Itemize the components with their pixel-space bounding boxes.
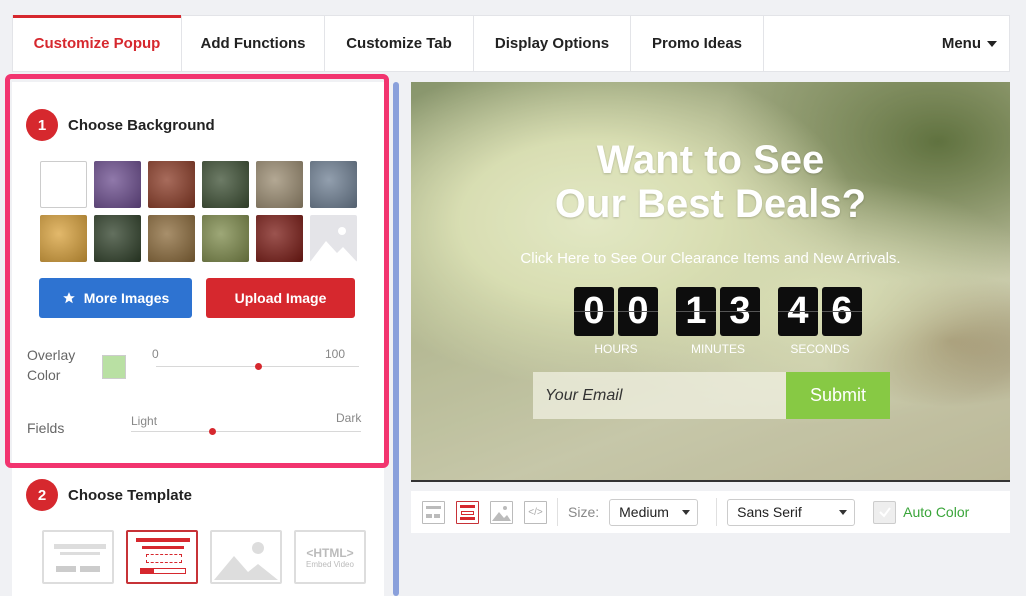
popup-preview: Want to See Our Best Deals? Click Here t… xyxy=(411,82,1010,482)
email-field[interactable]: Your Email xyxy=(533,372,786,419)
menu-label: Menu xyxy=(941,35,981,52)
tab-add-functions[interactable]: Add Functions xyxy=(182,16,325,71)
countdown-unit-label: HOURS xyxy=(594,342,638,356)
toolbar-divider xyxy=(557,498,558,526)
fields-light-label: Light xyxy=(131,414,158,428)
background-thumbnail-sunset-yoga[interactable] xyxy=(40,215,87,262)
tab-display-options[interactable]: Display Options xyxy=(474,16,631,71)
popup-subtitle: Click Here to See Our Clearance Items an… xyxy=(520,250,901,267)
scrollbar[interactable] xyxy=(393,82,399,596)
background-thumbnail-family-autumn[interactable] xyxy=(148,215,195,262)
countdown-minutes: 1 3 MINUTES xyxy=(676,287,760,356)
background-thumbnail-deer[interactable] xyxy=(202,215,249,262)
size-select-value: Medium xyxy=(619,504,669,520)
countdown-digit: 1 xyxy=(676,287,716,336)
countdown-digit: 3 xyxy=(720,287,760,336)
countdown-digit: 0 xyxy=(618,287,658,336)
layout-basic-icon[interactable] xyxy=(422,500,445,524)
chevron-down-icon xyxy=(987,40,997,47)
background-thumbnail-red-light[interactable] xyxy=(256,215,303,262)
background-thumbnail-grid xyxy=(40,161,357,262)
template-html[interactable]: <HTML> Embed Video xyxy=(294,530,366,584)
more-images-button[interactable]: More Images xyxy=(39,278,192,318)
background-thumbnail-forest-path[interactable] xyxy=(202,161,249,208)
layout-countdown-icon[interactable] xyxy=(456,500,479,524)
countdown-digit: 6 xyxy=(822,287,862,336)
toolbar-divider xyxy=(716,498,718,526)
step-1-header: 1 Choose Background xyxy=(26,109,215,141)
check-icon xyxy=(878,507,891,518)
template-options: <HTML> Embed Video xyxy=(42,530,366,584)
fields-slider-handle[interactable] xyxy=(208,428,216,435)
overlay-label-line2: Color xyxy=(27,367,61,383)
image-placeholder-icon xyxy=(310,227,357,262)
size-label: Size: xyxy=(568,504,600,520)
countdown-seconds: 4 6 SECONDS xyxy=(778,287,862,356)
overlay-min-label: 0 xyxy=(152,347,159,361)
template-countdown[interactable] xyxy=(126,530,198,584)
countdown-unit-label: MINUTES xyxy=(691,342,745,356)
fields-dark-label: Dark xyxy=(336,411,362,425)
countdown-digit: 0 xyxy=(574,287,614,336)
html-label: <HTML> xyxy=(306,545,354,560)
overlay-color-label: Overlay Color xyxy=(27,345,75,385)
font-select-value: Sans Serif xyxy=(737,504,802,520)
code-icon[interactable]: </> xyxy=(524,500,547,524)
star-icon xyxy=(62,292,75,304)
chevron-down-icon xyxy=(682,509,691,515)
font-select[interactable]: Sans Serif xyxy=(727,498,856,526)
top-tab-bar: Customize Popup Add Functions Customize … xyxy=(12,15,1010,72)
auto-color-checkbox[interactable] xyxy=(873,500,897,524)
tab-customize-popup[interactable]: Customize Popup xyxy=(13,15,182,71)
countdown-timer: 0 0 HOURS 1 3 MINUTES 4 6 SECONDS xyxy=(574,287,862,356)
settings-panel xyxy=(12,82,384,596)
image-placeholder-icon xyxy=(214,542,278,580)
background-thumbnail-blank[interactable] xyxy=(40,161,87,208)
preview-toolbar: </> Size: Medium Sans Serif Auto Color xyxy=(411,491,1010,533)
countdown-hours: 0 0 HOURS xyxy=(574,287,658,356)
tab-promo-ideas[interactable]: Promo Ideas xyxy=(631,16,764,71)
step-number-badge: 1 xyxy=(26,109,58,141)
background-thumbnail-cat[interactable] xyxy=(256,161,303,208)
countdown-digit: 4 xyxy=(778,287,818,336)
popup-title: Want to See Our Best Deals? xyxy=(411,138,1010,226)
background-thumbnail-pier[interactable] xyxy=(310,161,357,208)
step-2-header: 2 Choose Template xyxy=(26,479,192,511)
popup-title-line1: Want to See xyxy=(596,138,825,182)
background-thumbnail-purple-flowers[interactable] xyxy=(94,161,141,208)
background-thumbnail-red-castle[interactable] xyxy=(148,161,195,208)
layout-image-icon[interactable] xyxy=(490,500,513,524)
size-select[interactable]: Medium xyxy=(609,498,699,526)
chevron-down-icon xyxy=(839,509,848,515)
auto-color-label[interactable]: Auto Color xyxy=(903,504,969,520)
background-thumbnail-snowdrops[interactable] xyxy=(94,215,141,262)
background-thumbnail-placeholder[interactable] xyxy=(310,215,357,262)
template-basic[interactable] xyxy=(42,530,114,584)
tab-customize-tab[interactable]: Customize Tab xyxy=(325,16,474,71)
overlay-color-swatch[interactable] xyxy=(102,355,126,379)
embed-video-label: Embed Video xyxy=(306,559,354,569)
fields-label: Fields xyxy=(27,420,65,436)
fields-slider-track[interactable] xyxy=(131,431,361,432)
overlay-label-line1: Overlay xyxy=(27,347,76,363)
step-title: Choose Template xyxy=(68,486,192,504)
menu-button[interactable]: Menu xyxy=(942,16,1009,71)
overlay-slider-handle[interactable] xyxy=(254,363,262,370)
popup-title-line2: Our Best Deals? xyxy=(554,182,867,226)
step-number-badge: 2 xyxy=(26,479,58,511)
template-image[interactable] xyxy=(210,530,282,584)
more-images-label: More Images xyxy=(83,290,170,306)
overlay-max-label: 100 xyxy=(325,347,346,361)
countdown-unit-label: SECONDS xyxy=(790,342,850,356)
step-title: Choose Background xyxy=(68,116,215,134)
upload-image-button[interactable]: Upload Image xyxy=(206,278,355,318)
submit-button[interactable]: Submit xyxy=(786,372,890,419)
